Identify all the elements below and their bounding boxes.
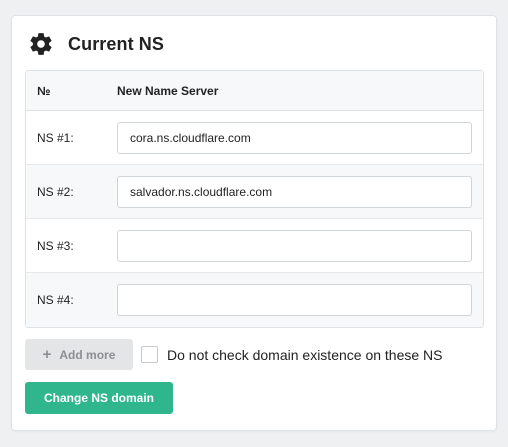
gear-icon	[28, 31, 54, 57]
skip-check-option[interactable]: Do not check domain existence on these N…	[141, 346, 443, 363]
header-name-server: New Name Server	[117, 83, 219, 98]
plus-icon: +	[42, 346, 52, 363]
ns1-input[interactable]	[117, 121, 472, 154]
skip-check-label: Do not check domain existence on these N…	[167, 346, 443, 363]
panel-header: Current NS	[28, 30, 164, 58]
header-number: №	[37, 83, 51, 98]
add-more-button[interactable]: + Add more	[25, 339, 133, 370]
ns2-input[interactable]	[117, 175, 472, 208]
panel-title: Current NS	[68, 33, 165, 54]
ns-controls: + Add more Do not check domain existence…	[25, 339, 443, 370]
ns3-label: NS #3:	[37, 238, 74, 253]
ns3-input[interactable]	[117, 229, 472, 262]
table-row-ns2: NS #2:	[26, 165, 483, 219]
ns4-input[interactable]	[117, 284, 472, 316]
skip-check-checkbox[interactable]	[141, 346, 158, 363]
ns-table: № New Name Server NS #1: NS #2: NS #3: N…	[25, 70, 484, 328]
table-row-ns1: NS #1:	[26, 111, 483, 165]
ns1-label: NS #1:	[37, 130, 74, 145]
table-row-ns3: NS #3:	[26, 219, 483, 273]
ns2-label: NS #2:	[37, 184, 74, 199]
ns4-label: NS #4:	[37, 293, 74, 307]
table-header: № New Name Server	[26, 71, 483, 111]
change-ns-button[interactable]: Change NS domain	[25, 382, 173, 414]
add-more-label: Add more	[59, 347, 116, 362]
current-ns-panel: Current NS № New Name Server NS #1: NS #…	[11, 15, 497, 431]
table-row-ns4: NS #4:	[26, 273, 483, 327]
